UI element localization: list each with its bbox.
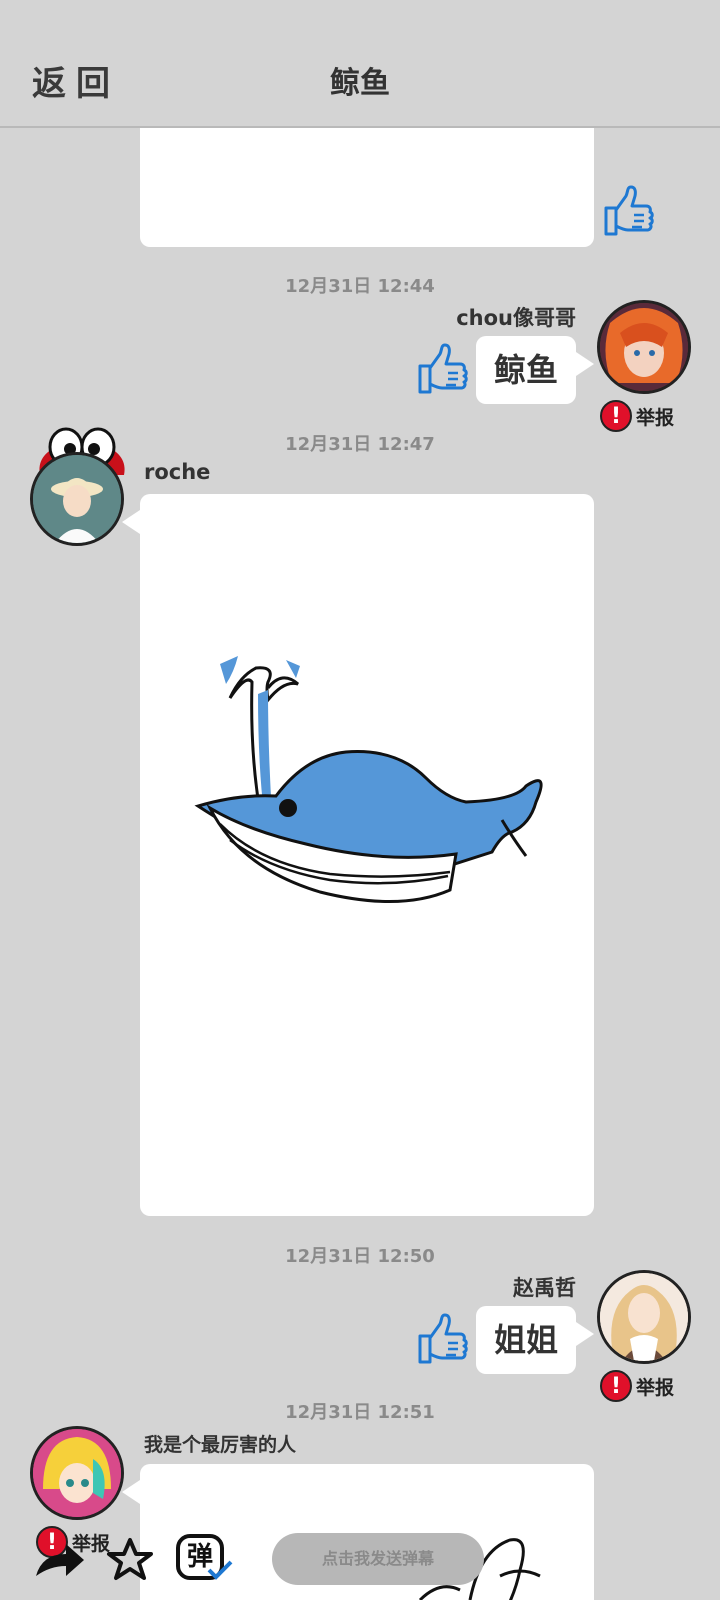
exclamation-icon: ! <box>600 400 632 432</box>
thumbs-up-icon[interactable] <box>600 184 654 240</box>
avatar[interactable] <box>597 1270 691 1364</box>
share-icon[interactable] <box>32 1540 88 1580</box>
previous-message-bubble <box>140 110 594 247</box>
sender-name: 我是个最厉害的人 <box>144 1434 297 1456</box>
avatar[interactable] <box>597 300 691 394</box>
message-timestamp: 12月31日 12:44 <box>285 276 435 297</box>
whale-drawing <box>194 656 543 903</box>
page-title: 鲸鱼 <box>330 66 390 101</box>
message-timestamp: 12月31日 12:50 <box>285 1246 435 1267</box>
message-bubble[interactable]: 鲸鱼 <box>476 336 594 404</box>
thumbs-up-icon[interactable] <box>414 1312 468 1368</box>
avatar[interactable] <box>30 452 124 546</box>
sender-name: chou像哥哥 <box>456 306 576 330</box>
danmu-toggle-icon[interactable]: 弹 <box>176 1534 233 1586</box>
star-icon[interactable] <box>106 1536 154 1584</box>
danmu-input[interactable]: 点击我发送弹幕 <box>272 1533 484 1585</box>
message-text: 鲸鱼 <box>493 351 558 389</box>
report-label: 举报 <box>636 1376 675 1399</box>
message-bubble[interactable]: 姐姐 <box>476 1306 594 1374</box>
report-label: 举报 <box>636 406 675 429</box>
sender-name: roche <box>144 460 211 484</box>
message-text: 姐姐 <box>493 1321 558 1359</box>
header-bar: 返回 鲸鱼 <box>0 0 720 128</box>
message-timestamp: 12月31日 12:51 <box>285 1402 435 1423</box>
sender-name: 赵禹哲 <box>513 1276 576 1300</box>
avatar[interactable] <box>30 1426 124 1520</box>
report-button[interactable]: ! 举报 <box>600 400 674 432</box>
image-message-bubble[interactable] <box>122 494 594 1216</box>
thumbs-up-icon[interactable] <box>414 342 468 398</box>
